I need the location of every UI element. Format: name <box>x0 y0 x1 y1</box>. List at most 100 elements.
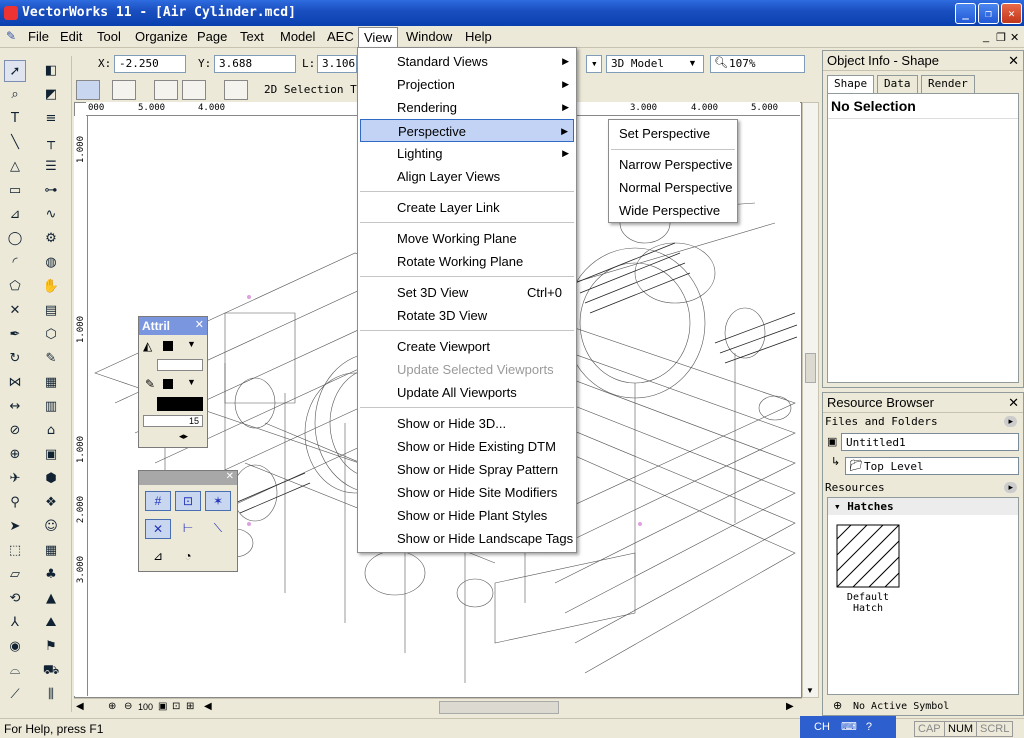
shell-tool-icon[interactable]: ◉ <box>4 636 26 658</box>
help-icon[interactable]: ? <box>866 721 872 733</box>
menu-edit[interactable]: Edit <box>60 29 82 44</box>
scroll-right-icon[interactable]: ▶ <box>786 701 794 712</box>
view-menu-item-align-layer-views[interactable]: Align Layer Views <box>360 165 574 188</box>
scroll-thumb[interactable] <box>805 353 816 383</box>
menu-aec[interactable]: AEC <box>327 29 354 44</box>
landscape-tool-icon[interactable]: ▲ <box>40 588 62 610</box>
polygon-tool-icon[interactable]: ⬠ <box>4 276 26 298</box>
tab-shape[interactable]: Shape <box>827 75 875 93</box>
rectangle-tool-icon[interactable]: ▭ <box>4 180 26 202</box>
plant-tool-icon[interactable]: ♣ <box>40 564 62 586</box>
pen-chevron-down-icon[interactable]: ▼ <box>187 377 196 387</box>
snap-point-icon[interactable]: ◔ <box>175 547 201 567</box>
keyboard-icon[interactable]: ⌨ <box>841 721 857 733</box>
menu-window[interactable]: Window <box>406 29 452 44</box>
mdi-close-button[interactable]: ✕ <box>1010 31 1019 44</box>
view-menu-item-update-all-viewports[interactable]: Update All Viewports <box>360 381 574 404</box>
vertex-tool-icon[interactable]: ⅄ <box>4 612 26 634</box>
column-tool-icon[interactable]: ┬ <box>40 132 62 154</box>
constraints-title[interactable] <box>139 471 237 485</box>
menu-organize[interactable]: Organize <box>135 29 188 44</box>
window-tool-icon[interactable]: ▤ <box>40 300 62 322</box>
menu-page[interactable]: Page <box>197 29 227 44</box>
file-select[interactable]: Untitled1 <box>841 433 1019 451</box>
marquee-mode-icon[interactable] <box>154 80 178 100</box>
hatches-group[interactable]: ▾ Hatches <box>828 498 1018 515</box>
view-menu-item-move-working-plane[interactable]: Move Working Plane <box>360 227 574 250</box>
locus-tool-icon[interactable]: ✕ <box>4 300 26 322</box>
minimize-button[interactable]: _ <box>955 3 976 24</box>
tab-data[interactable]: Data <box>877 75 918 93</box>
arrowheads-icon[interactable]: ◂▸ <box>179 431 188 442</box>
fence-tool-icon[interactable]: ⫼ <box>40 684 62 706</box>
section-tool-icon[interactable]: ⟋ <box>4 684 26 706</box>
lasso-mode-icon[interactable] <box>182 80 206 100</box>
normal-perspective-item[interactable]: Normal Perspective <box>611 176 735 199</box>
selection-tool-icon[interactable]: ➚ <box>4 60 26 82</box>
files-menu-icon[interactable]: ▸ <box>1004 416 1017 427</box>
eyedropper-tool-icon[interactable]: ✒ <box>4 324 26 346</box>
view-menu-item-create-viewport[interactable]: Create Viewport <box>360 335 574 358</box>
wall-tool-icon[interactable]: ≡ <box>40 108 62 130</box>
roof-tool-icon[interactable]: ⌓ <box>4 660 26 682</box>
zoom-out-icon[interactable]: ⊖ <box>124 701 132 712</box>
fill-color-swatch[interactable] <box>163 341 173 351</box>
site-tool-icon[interactable]: ⛰ <box>40 612 62 634</box>
snap-angle-icon[interactable]: ✶ <box>205 491 231 511</box>
dimension-tool-icon[interactable]: ⊶ <box>40 180 62 202</box>
swap-mode-icon[interactable] <box>112 80 136 100</box>
zoom-in-icon[interactable]: ⊕ <box>108 701 116 712</box>
stair-tool-icon[interactable]: ☰ <box>40 156 62 178</box>
menu-file[interactable]: File <box>28 29 49 44</box>
view-menu-item-show-or-hide-plant-styles[interactable]: Show or Hide Plant Styles <box>360 504 574 527</box>
resize-mode-icon[interactable] <box>76 80 100 100</box>
mdi-restore-button[interactable]: ❐ <box>996 31 1006 44</box>
oval-tool-icon[interactable]: ◯ <box>4 228 26 250</box>
scroll-left-icon[interactable]: ◀ <box>76 701 84 712</box>
scroll-left-2-icon[interactable]: ◀ <box>204 701 212 712</box>
narrow-perspective-item[interactable]: Narrow Perspective <box>611 153 735 176</box>
snap-tool-icon[interactable]: ⊕ <box>4 444 26 466</box>
view-select-chevron-down-icon[interactable]: ▼ <box>688 58 697 68</box>
mdi-minimize-button[interactable]: _ <box>983 31 989 43</box>
view-menu-item-show-or-hide-existing-dtm[interactable]: Show or Hide Existing DTM <box>360 435 574 458</box>
mirror-tool-icon[interactable]: ⋈ <box>4 372 26 394</box>
hand-tool-icon[interactable]: ✋ <box>40 276 62 298</box>
close-icon[interactable]: ✕ <box>195 318 204 331</box>
sweep-tool-icon[interactable]: ⟲ <box>4 588 26 610</box>
view-menu-item-show-or-hide-spray-pattern[interactable]: Show or Hide Spray Pattern <box>360 458 574 481</box>
menu-model[interactable]: Model <box>280 29 315 44</box>
house-tool-icon[interactable]: ⌂ <box>40 420 62 442</box>
zoom-100-label[interactable]: 100 <box>138 702 153 712</box>
snap-intersection-icon[interactable]: ✕ <box>145 519 171 539</box>
ime-bar[interactable]: CH ⌨ ? <box>800 716 896 738</box>
level-select[interactable]: Top Level <box>845 457 1019 475</box>
close-icon[interactable]: ✕ <box>226 471 234 482</box>
menu-view[interactable]: View <box>358 27 398 49</box>
doc-icon[interactable]: ✎ <box>6 29 16 43</box>
view-menu-item-projection[interactable]: Projection ▶ <box>360 73 574 96</box>
view-menu-item-show-or-hide-3d[interactable]: Show or Hide 3D... <box>360 412 574 435</box>
snap-tangent-icon[interactable]: ⟍ <box>205 519 231 539</box>
translate-tool-icon[interactable]: ➤ <box>4 516 26 538</box>
reshape-tool-icon[interactable]: ⬡ <box>40 324 62 346</box>
zoom-region-icon[interactable]: ⊞ <box>186 701 194 712</box>
view-menu-item-standard-views[interactable]: Standard Views ▶ <box>360 50 574 73</box>
box-tool-icon[interactable]: ⬚ <box>4 540 26 562</box>
slab-tool-icon[interactable]: ▱ <box>4 564 26 586</box>
extrude-tool-icon[interactable]: ◩ <box>40 84 62 106</box>
menu-help[interactable]: Help <box>465 29 492 44</box>
view-menu-item-set-3d-view[interactable]: Set 3D View Ctrl+0 <box>360 281 574 304</box>
view-menu-item-show-or-hide-landscape-tags[interactable]: Show or Hide Landscape Tags <box>360 527 574 550</box>
view-menu-item-rotate-3d-view[interactable]: Rotate 3D View <box>360 304 574 327</box>
stake-tool-icon[interactable]: ⚑ <box>40 636 62 658</box>
l-field[interactable]: 3.106 <box>317 55 357 73</box>
solid-tool-icon[interactable]: ⬢ <box>40 468 62 490</box>
x-field[interactable]: -2.250 <box>114 55 186 73</box>
flyover-tool-icon[interactable]: ✈ <box>4 468 26 490</box>
object-tool-icon[interactable]: ❖ <box>40 492 62 514</box>
close-icon[interactable]: ✕ <box>1008 53 1019 69</box>
truck-tool-icon[interactable]: ⛟ <box>40 660 62 682</box>
fill-pattern-preview[interactable] <box>157 359 203 371</box>
chevron-down-icon[interactable]: ▾ <box>586 55 602 73</box>
